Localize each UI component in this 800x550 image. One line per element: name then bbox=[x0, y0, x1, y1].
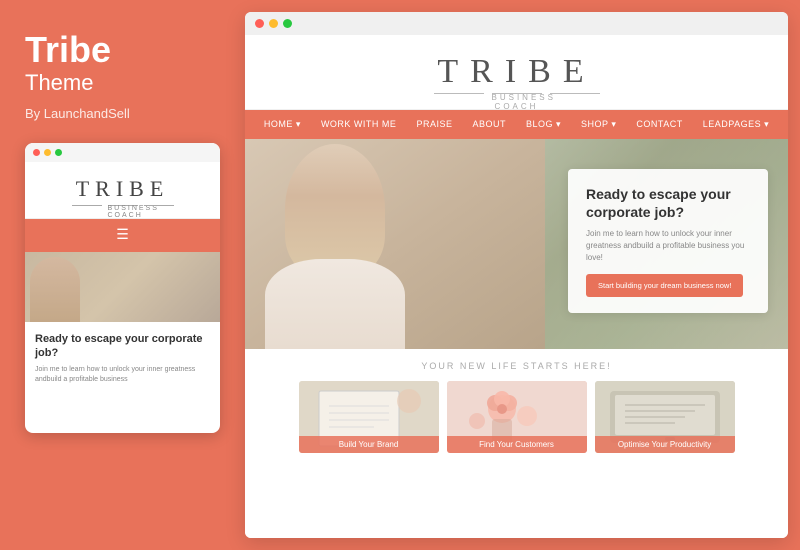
nav-work[interactable]: WORK WITH ME bbox=[311, 110, 407, 139]
card-label-1: Build Your Brand bbox=[299, 436, 439, 453]
mobile-hero-title: Ready to escape your corporate job? bbox=[35, 332, 210, 361]
mobile-hero-content: Ready to escape your corporate job? Join… bbox=[25, 322, 220, 395]
hero-person-face bbox=[285, 144, 385, 274]
nav-praise[interactable]: PRAISE bbox=[406, 110, 462, 139]
desktop-header: TRIBE BUSINESS COACH bbox=[245, 35, 788, 110]
mobile-hamburger-icon[interactable]: ☰ bbox=[25, 219, 220, 252]
mobile-hero-image bbox=[25, 252, 220, 322]
left-panel: Tribe Theme By LaunchandSell TRIBE BUSIN… bbox=[0, 0, 245, 550]
theme-title: Tribe bbox=[25, 30, 220, 70]
mobile-logo-divider: BUSINESS COACH bbox=[35, 205, 210, 206]
hero-card: Ready to escape your corporate job? Join… bbox=[568, 169, 768, 313]
nav-home[interactable]: HOME ▾ bbox=[254, 110, 311, 139]
hero-card-button[interactable]: Start building your dream business now! bbox=[586, 274, 743, 297]
mobile-preview: TRIBE BUSINESS COACH ☰ Ready to escape y… bbox=[25, 143, 220, 433]
card-label-3: Optimise Your Productivity bbox=[595, 436, 735, 453]
nav-about[interactable]: ABOUT bbox=[462, 110, 516, 139]
mobile-hero-text: Join me to learn how to unlock your inne… bbox=[35, 365, 210, 385]
mobile-logo-area: TRIBE BUSINESS COACH bbox=[25, 162, 220, 219]
mobile-logo-text: TRIBE bbox=[35, 176, 210, 202]
nav-blog[interactable]: BLOG ▾ bbox=[516, 110, 571, 139]
nav-shop[interactable]: SHOP ▾ bbox=[571, 110, 626, 139]
nav-leadpages[interactable]: LEADPAGES ▾ bbox=[693, 110, 779, 139]
section-card-2: Find Your Customers bbox=[447, 381, 587, 453]
mobile-dot-red bbox=[33, 149, 40, 156]
mobile-hero-person bbox=[30, 257, 80, 322]
hero-person bbox=[245, 139, 545, 349]
theme-subtitle: Theme bbox=[25, 70, 220, 96]
section-card-3: Optimise Your Productivity bbox=[595, 381, 735, 453]
section-card-1: Build Your Brand bbox=[299, 381, 439, 453]
desktop-preview: TRIBE BUSINESS COACH HOME ▾ WORK WITH ME… bbox=[245, 12, 788, 538]
hero-card-title: Ready to escape your corporate job? bbox=[586, 185, 750, 221]
hero-card-text: Join me to learn how to unlock your inne… bbox=[586, 228, 750, 264]
desktop-logo-text: TRIBE bbox=[265, 53, 768, 91]
desktop-site: TRIBE BUSINESS COACH HOME ▾ WORK WITH ME… bbox=[245, 35, 788, 538]
desktop-dot-red bbox=[255, 19, 264, 28]
desktop-logo-tagline: BUSINESS COACH bbox=[492, 93, 542, 94]
section-cards: Build Your Brand bbox=[265, 381, 768, 453]
desktop-nav: HOME ▾ WORK WITH ME PRAISE ABOUT BLOG ▾ … bbox=[245, 110, 788, 139]
card-label-2: Find Your Customers bbox=[447, 436, 587, 453]
nav-contact[interactable]: CONTACT bbox=[626, 110, 692, 139]
mobile-browser-bar bbox=[25, 143, 220, 162]
desktop-logo-divider: BUSINESS COACH bbox=[265, 93, 768, 94]
mobile-dot-yellow bbox=[44, 149, 51, 156]
desktop-section: YOUR NEW LIFE STARTS HERE! bbox=[245, 349, 788, 538]
desktop-browser-bar bbox=[245, 12, 788, 35]
desktop-dot-green bbox=[283, 19, 292, 28]
mobile-dot-green bbox=[55, 149, 62, 156]
hero-person-body bbox=[265, 259, 405, 349]
mobile-logo-tagline: BUSINESS COACH bbox=[108, 205, 138, 206]
theme-author: By LaunchandSell bbox=[25, 106, 220, 121]
section-subtitle: YOUR NEW LIFE STARTS HERE! bbox=[265, 361, 768, 371]
desktop-dot-yellow bbox=[269, 19, 278, 28]
desktop-hero: Ready to escape your corporate job? Join… bbox=[245, 139, 788, 349]
